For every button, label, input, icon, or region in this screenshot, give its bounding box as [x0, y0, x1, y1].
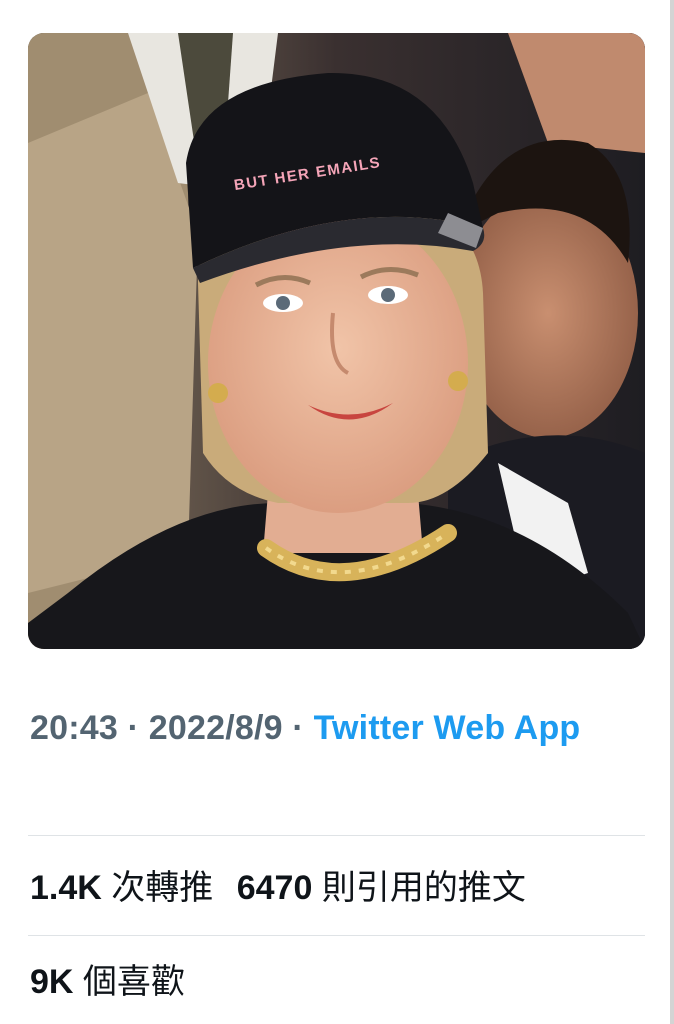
retweet-quote-stats: 1.4K 次轉推 6470 則引用的推文 [30, 866, 540, 910]
tweet-source-link[interactable]: Twitter Web App [314, 709, 581, 747]
like-count: 9K [30, 963, 74, 1001]
scrollbar[interactable] [670, 0, 674, 1024]
retweet-label: 次轉推 [111, 869, 214, 907]
retweet-count: 1.4K [30, 869, 102, 907]
divider [28, 835, 645, 836]
divider [28, 935, 645, 936]
quotes-link[interactable]: 6470 則引用的推文 [237, 869, 540, 907]
quote-label: 則引用的推文 [321, 869, 526, 907]
quote-count: 6470 [236, 869, 313, 907]
meta-separator: · [282, 709, 314, 747]
likes-link[interactable]: 9K 個喜歡 [30, 963, 199, 1001]
tweet-date[interactable]: 2022/8/9 [149, 709, 283, 747]
photo-illustration: BUT HER EMAILS [28, 33, 645, 649]
like-stats: 9K 個喜歡 [30, 960, 199, 1004]
retweets-link[interactable]: 1.4K 次轉推 [30, 869, 237, 907]
tweet-time[interactable]: 20:43 [30, 709, 118, 747]
tweet-photo[interactable]: BUT HER EMAILS [28, 33, 645, 649]
meta-separator: · [117, 709, 149, 747]
like-label: 個喜歡 [82, 963, 185, 1001]
tweet-meta: 20:43 · 2022/8/9 · Twitter Web App [30, 700, 645, 756]
